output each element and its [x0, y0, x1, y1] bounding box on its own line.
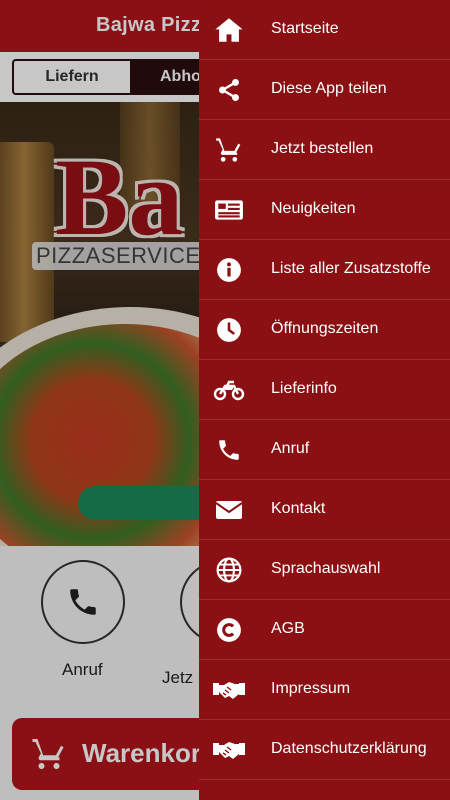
globe-icon — [213, 555, 245, 585]
newspaper-icon — [213, 195, 245, 225]
motorcycle-icon — [213, 375, 245, 405]
handshake-icon — [213, 735, 245, 765]
info-icon — [213, 255, 245, 285]
menu-item-terms[interactable]: AGB — [199, 600, 450, 660]
menu-item-language[interactable]: Sprachauswahl — [199, 540, 450, 600]
menu-item-partial[interactable] — [199, 780, 450, 800]
phone-icon — [213, 435, 245, 465]
menu-item-label: Kontakt — [271, 500, 326, 517]
menu-item-call[interactable]: Anruf — [199, 420, 450, 480]
copyright-icon — [213, 615, 245, 645]
menu-item-label: Neuigkeiten — [271, 200, 356, 217]
menu-item-label: Impressum — [271, 680, 351, 697]
handshake-icon — [213, 675, 245, 705]
menu-item-label: Anruf — [271, 440, 310, 457]
menu-item-news[interactable]: Neuigkeiten — [199, 180, 450, 240]
home-icon — [213, 15, 245, 45]
menu-item-label: Jetzt bestellen — [271, 140, 374, 157]
menu-item-label: Datenschutzerklärung — [271, 740, 427, 757]
menu-item-contact[interactable]: Kontakt — [199, 480, 450, 540]
envelope-icon — [213, 495, 245, 525]
menu-item-label: Sprachauswahl — [271, 560, 381, 577]
menu-item-label: AGB — [271, 620, 305, 637]
menu-item-label: Öffnungszeiten — [271, 320, 379, 337]
menu-item-share-app[interactable]: Diese App teilen — [199, 60, 450, 120]
menu-item-opening-hours[interactable]: Öffnungszeiten — [199, 300, 450, 360]
menu-item-label: Liste aller Zusatzstoffe — [271, 260, 431, 277]
menu-item-delivery-info[interactable]: Lieferinfo — [199, 360, 450, 420]
menu-item-order-now[interactable]: Jetzt bestellen — [199, 120, 450, 180]
menu-item-startseite[interactable]: Startseite — [199, 0, 450, 60]
navigation-drawer: Startseite Diese App teilen Jetzt bestel… — [199, 0, 450, 800]
clock-icon — [213, 315, 245, 345]
menu-item-imprint[interactable]: Impressum — [199, 660, 450, 720]
menu-item-label: Startseite — [271, 20, 339, 37]
menu-item-label: Diese App teilen — [271, 80, 387, 97]
menu-item-privacy[interactable]: Datenschutzerklärung — [199, 720, 450, 780]
share-icon — [213, 75, 245, 105]
menu-item-label: Lieferinfo — [271, 380, 337, 397]
cart-icon — [213, 135, 245, 165]
menu-item-additives[interactable]: Liste aller Zusatzstoffe — [199, 240, 450, 300]
